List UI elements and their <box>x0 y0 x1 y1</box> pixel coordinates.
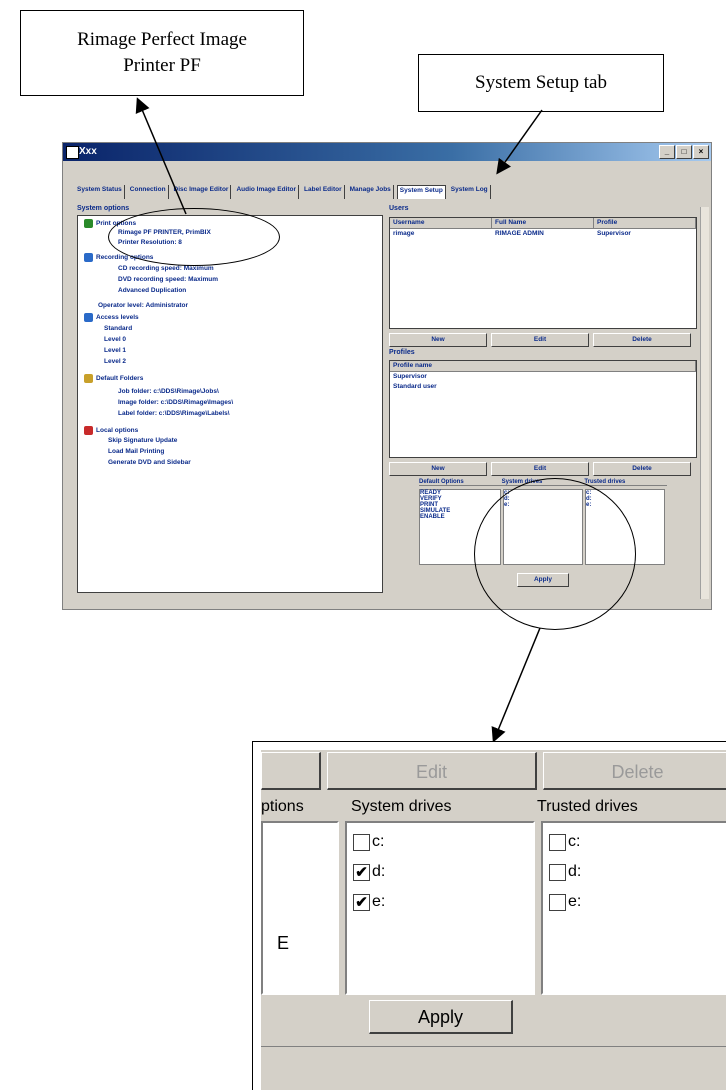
tree-node-default-folders[interactable]: Default Folders <box>84 374 143 383</box>
tree-node-image-folder[interactable]: Image folder: c:\DDS\Rimage\Images\ <box>118 399 233 406</box>
system-setup-callout-text: System Setup tab <box>475 72 607 93</box>
option-partial: E <box>277 933 290 953</box>
edit-profile-button[interactable]: Edit <box>491 462 589 476</box>
apply-button[interactable]: Apply <box>369 1000 513 1034</box>
access-levels-icon <box>84 313 93 322</box>
tab-disc-image-editor[interactable]: Disc Image Editor <box>172 185 232 199</box>
window-title: Xxx <box>79 146 97 157</box>
maximize-icon[interactable]: □ <box>676 145 692 159</box>
tab-audio-image-editor[interactable]: Audio Image Editor <box>234 185 300 199</box>
tab-system-log[interactable]: System Log <box>449 185 491 199</box>
tab-strip: System Status Connection Disc Image Edit… <box>75 185 491 199</box>
tree-node-operator-level[interactable]: Operator level: Administrator <box>98 302 188 309</box>
checkbox-icon[interactable] <box>549 893 566 911</box>
tab-system-setup[interactable]: System Setup <box>396 185 446 199</box>
column-username[interactable]: Username <box>390 218 492 228</box>
printer-callout-text: Rimage Perfect Image Printer PF <box>77 29 247 76</box>
delete-profile-button[interactable]: Delete <box>593 462 691 476</box>
tab-connection[interactable]: Connection <box>128 185 169 199</box>
delete-user-button[interactable]: Delete <box>593 333 691 347</box>
tree-node-generate-dvd[interactable]: Generate DVD and Sidebar <box>108 459 191 466</box>
title-bar: Xxx _ □ × <box>63 143 711 161</box>
zoom-arrow <box>491 627 541 743</box>
new-profile-button[interactable]: New <box>389 462 487 476</box>
trusted-drive-c[interactable]: c: <box>549 833 580 851</box>
edit-button[interactable]: Edit <box>327 752 537 790</box>
window-controls: _ □ × <box>659 145 709 159</box>
print-options-icon <box>84 219 93 228</box>
tree-node-label-folder[interactable]: Label folder: c:\DDS\Rimage\Labels\ <box>118 410 230 417</box>
tab-system-status[interactable]: System Status <box>75 185 125 199</box>
profile-row[interactable]: Standard user <box>390 382 696 392</box>
system-drive-d[interactable]: ✔ d: <box>353 863 385 881</box>
default-options-list[interactable]: E <box>261 821 339 995</box>
app-icon <box>66 146 79 159</box>
trusted-drives-header: Trusted drives <box>537 798 638 815</box>
tree-node-level-0[interactable]: Level 0 <box>104 336 126 343</box>
checkbox-icon[interactable] <box>549 863 566 881</box>
profiles-heading: Profiles <box>389 349 415 356</box>
zoomed-detail-panel: Edit Delete ptions System drives Trusted… <box>252 741 726 1090</box>
delete-button[interactable]: Delete <box>543 752 726 790</box>
new-user-button[interactable]: New <box>389 333 487 347</box>
profiles-list-header: Profile name <box>390 361 696 372</box>
column-profile[interactable]: Profile <box>594 218 696 228</box>
zoom-highlight-circle <box>474 478 636 630</box>
users-list[interactable]: Username Full Name Profile rimage RIMAGE… <box>389 217 697 329</box>
tree-node-level-2[interactable]: Level 2 <box>104 358 126 365</box>
tree-node-cd-speed[interactable]: CD recording speed: Maximum <box>118 265 214 272</box>
tree-node-dvd-speed[interactable]: DVD recording speed: Maximum <box>118 276 218 283</box>
trusted-drive-d[interactable]: d: <box>549 863 581 881</box>
system-drive-e[interactable]: ✔ e: <box>353 893 385 911</box>
tree-node-local-options[interactable]: Local options <box>84 426 138 435</box>
tree-node-job-folder[interactable]: Job folder: c:\DDS\Rimage\Jobs\ <box>118 388 219 395</box>
recording-options-icon <box>84 253 93 262</box>
options-column-header: ptions <box>261 798 304 815</box>
minimize-icon[interactable]: _ <box>659 145 675 159</box>
tree-node-standard[interactable]: Standard <box>104 325 132 332</box>
local-options-icon <box>84 426 93 435</box>
close-icon[interactable]: × <box>693 145 709 159</box>
column-profile-name[interactable]: Profile name <box>390 361 696 371</box>
tree-node-mail-printing[interactable]: Load Mail Printing <box>108 448 164 455</box>
tree-node-level-1[interactable]: Level 1 <box>104 347 126 354</box>
tab-manage-jobs[interactable]: Manage Jobs <box>348 185 394 199</box>
checkbox-icon[interactable] <box>353 833 370 851</box>
checkbox-icon[interactable] <box>549 833 566 851</box>
tree-node-skip-signature[interactable]: Skip Signature Update <box>108 437 177 444</box>
tree-node-advanced-duplication[interactable]: Advanced Duplication <box>118 287 186 294</box>
users-list-header: Username Full Name Profile <box>390 218 696 229</box>
vertical-scrollbar[interactable] <box>700 207 709 599</box>
checkmark-icon[interactable]: ✔ <box>353 893 370 911</box>
system-drives-list[interactable]: c: ✔ d: ✔ e: <box>345 821 535 995</box>
system-options-tree[interactable]: Print options Rimage PF PRINTER, PrimBIX… <box>77 215 383 593</box>
printer-callout: Rimage Perfect Image Printer PF <box>20 10 304 96</box>
profile-row[interactable]: Supervisor <box>390 372 696 382</box>
checkmark-icon[interactable]: ✔ <box>353 863 370 881</box>
system-drives-header: System drives <box>351 798 452 815</box>
users-heading: Users <box>389 205 409 212</box>
new-button-partial[interactable] <box>261 752 321 790</box>
folder-icon <box>84 374 93 383</box>
system-drive-c[interactable]: c: <box>353 833 384 851</box>
profile-buttons: New Edit Delete <box>389 462 691 476</box>
column-full-name[interactable]: Full Name <box>492 218 594 228</box>
system-setup-callout: System Setup tab <box>418 54 664 112</box>
users-row[interactable]: rimage RIMAGE ADMIN Supervisor <box>390 229 696 239</box>
trusted-drives-list[interactable]: c: d: e: <box>541 821 726 995</box>
printer-highlight-ellipse <box>108 208 280 266</box>
tree-node-access-levels[interactable]: Access levels <box>84 313 139 322</box>
status-divider <box>261 1046 726 1047</box>
trusted-drive-e[interactable]: e: <box>549 893 581 911</box>
user-buttons: New Edit Delete <box>389 333 691 347</box>
system-options-heading: System options <box>77 205 130 212</box>
tab-label-editor[interactable]: Label Editor <box>302 185 345 199</box>
edit-user-button[interactable]: Edit <box>491 333 589 347</box>
profiles-list[interactable]: Profile name Supervisor Standard user <box>389 360 697 458</box>
